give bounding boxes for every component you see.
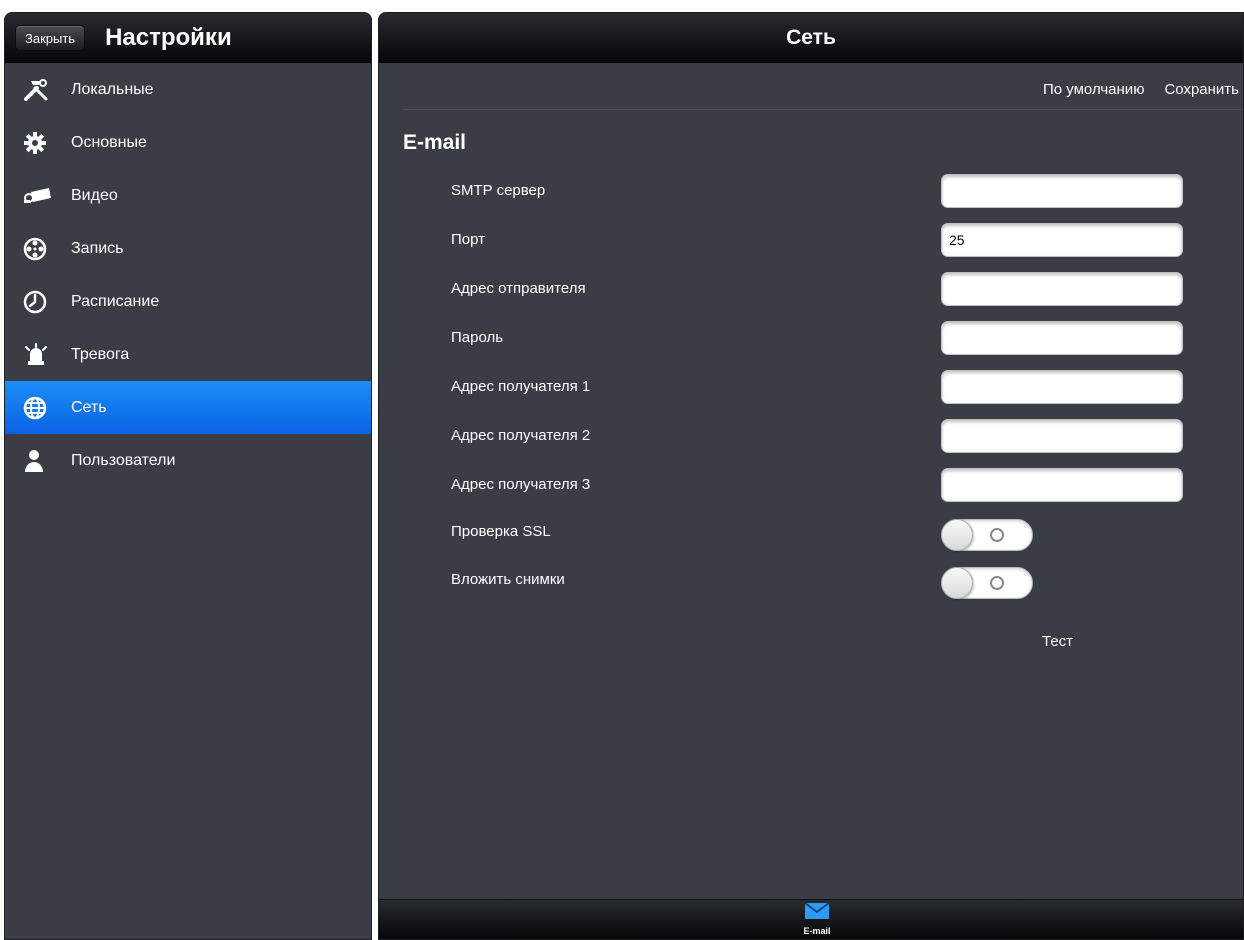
field-label: Порт [451,231,486,248]
test-button[interactable]: Тест [1042,633,1073,650]
divider [403,109,1243,110]
off-indicator-icon [990,528,1004,542]
field-label: Пароль [451,329,504,346]
alarm-siren-icon [23,342,53,367]
attach-snapshots-row: Вложить снимки [379,563,1243,599]
recipient-2-input[interactable] [941,419,1183,453]
globe-icon [23,396,53,420]
envelope-icon [804,902,830,925]
settings-sidebar: Закрыть Настройки Локальные Основные Вид… [4,12,372,940]
sidebar-item-label: Сеть [71,398,107,416]
sidebar-item-video[interactable]: Видео [5,169,371,222]
sender-address-input[interactable] [941,272,1183,306]
password-input[interactable] [941,321,1183,355]
sidebar-item-label: Запись [71,239,124,257]
save-button[interactable]: Сохранить [1164,81,1239,98]
film-reel-icon [23,237,53,261]
tab-email[interactable]: E-mail [792,902,842,939]
field-label: Адрес получателя 1 [451,378,591,395]
sidebar-item-label: Тревога [71,345,130,363]
sidebar-item-network[interactable]: Сеть [5,381,371,434]
off-indicator-icon [990,576,1004,590]
sidebar-item-local[interactable]: Локальные [5,63,371,116]
sidebar-item-alarm[interactable]: Тревога [5,328,371,381]
sidebar-item-schedule[interactable]: Расписание [5,275,371,328]
sidebar-header: Закрыть Настройки [5,13,371,63]
toggle-knob [941,519,973,551]
settings-menu: Локальные Основные Видео Запись Расписан… [5,63,371,487]
smtp-server-row: SMTP сервер [379,174,1243,208]
panel-header: Сеть [379,13,1243,63]
field-label: Адрес отправителя [451,280,586,297]
page-title: Сеть [786,26,836,49]
field-label: SMTP сервер [451,182,546,199]
sidebar-item-general[interactable]: Основные [5,116,371,169]
toggle-knob [941,567,973,599]
default-button[interactable]: По умолчанию [1043,81,1144,98]
field-label: Адрес получателя 3 [451,476,591,493]
sidebar-item-label: Локальные [71,80,154,98]
tools-icon [23,78,53,102]
recipient-3-input[interactable] [941,468,1183,502]
sidebar-item-label: Расписание [71,292,160,310]
sidebar-item-recording[interactable]: Запись [5,222,371,275]
ssl-check-row: Проверка SSL [379,515,1243,551]
recipient-1-row: Адрес получателя 1 [379,370,1243,404]
camera-icon [23,184,53,208]
recipient-3-row: Адрес получателя 3 [379,468,1243,502]
user-icon [23,449,53,473]
smtp-server-input[interactable] [941,174,1183,208]
tab-label: E-mail [803,926,831,936]
sidebar-item-label: Видео [71,186,118,204]
attach-snapshots-toggle[interactable] [941,567,1033,599]
recipient-2-row: Адрес получателя 2 [379,419,1243,453]
bottom-tab-bar: E-mail [379,899,1243,939]
sidebar-item-users[interactable]: Пользователи [5,434,371,487]
sidebar-title: Настройки [105,24,232,51]
field-label: Вложить снимки [451,571,565,588]
password-row: Пароль [379,321,1243,355]
close-button[interactable]: Закрыть [15,25,86,51]
clock-icon [23,290,53,314]
action-bar: По умолчанию Сохранить [1043,81,1239,98]
network-settings-panel: Сеть По умолчанию Сохранить E-mail SMTP … [378,12,1244,940]
sender-address-row: Адрес отправителя [379,272,1243,306]
sidebar-item-label: Пользователи [71,451,176,469]
app-window: Закрыть Настройки Локальные Основные Вид… [0,0,1244,940]
port-input[interactable] [941,223,1183,257]
section-title: E-mail [403,131,467,154]
recipient-1-input[interactable] [941,370,1183,404]
field-label: Адрес получателя 2 [451,427,591,444]
ssl-check-toggle[interactable] [941,519,1033,551]
field-label: Проверка SSL [451,523,551,540]
port-row: Порт [379,223,1243,257]
sidebar-item-label: Основные [71,133,147,151]
gear-icon [23,131,53,155]
